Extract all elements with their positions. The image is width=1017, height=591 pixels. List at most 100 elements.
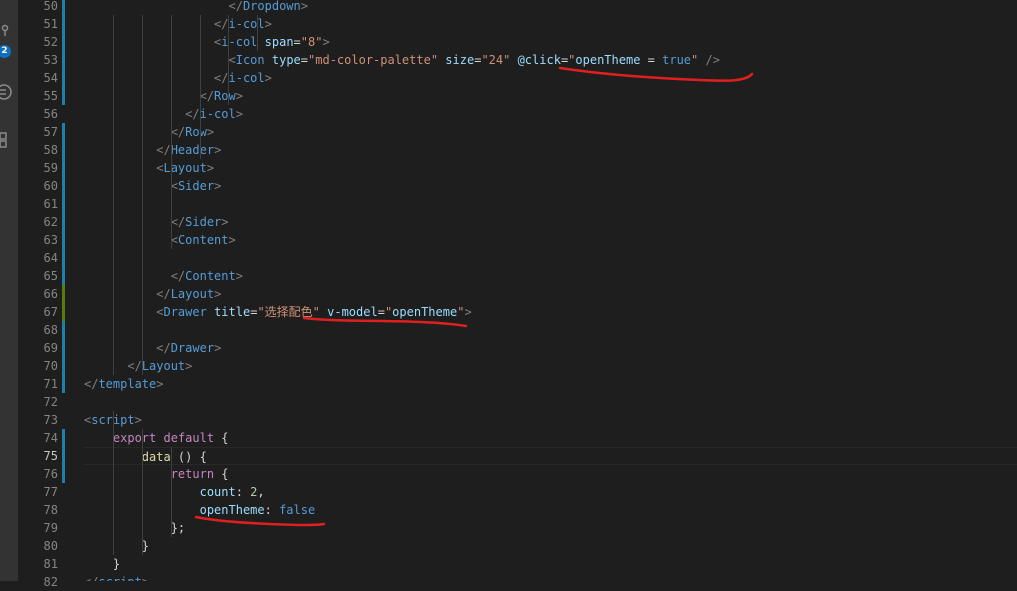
code-line[interactable]: </script> (84, 573, 1017, 581)
code-token: count (199, 485, 236, 499)
code-token: > (214, 341, 222, 355)
line-number: 51 (43, 17, 58, 31)
indent-guide (112, 411, 114, 555)
source-control-icon[interactable] (0, 20, 18, 44)
code-line[interactable]: <Content> (84, 231, 1017, 249)
code-token: > (214, 179, 222, 193)
code-line[interactable]: openTheme: false (84, 501, 1017, 519)
code-token: > (142, 575, 149, 581)
line-number: 66 (43, 287, 58, 301)
code-token: < (170, 179, 178, 193)
code-token: Row (185, 125, 207, 139)
code-line[interactable]: <Layout> (84, 159, 1017, 177)
line-number: 50 (43, 0, 58, 13)
code-token: Layout (141, 359, 186, 373)
code-token: script (98, 575, 141, 581)
line-number: 59 (43, 161, 58, 175)
code-line[interactable]: </Drawer> (84, 339, 1017, 357)
code-token: openTheme (392, 305, 458, 319)
line-number: 73 (43, 413, 58, 427)
debug-icon[interactable] (0, 80, 18, 104)
code-line[interactable]: </Row> (84, 87, 1017, 105)
code-editor[interactable]: </Dropdown> </i-col> <i-col span="8"> <I… (65, 0, 1017, 581)
code-line[interactable]: export default { (84, 429, 1017, 447)
code-token: > (228, 233, 236, 247)
line-number: 57 (43, 125, 58, 139)
gutter-change-marker (62, 429, 65, 483)
line-number: 69 (43, 341, 58, 355)
code-token: </ (84, 575, 98, 581)
code-token: Content (177, 233, 229, 247)
code-line[interactable]: </Dropdown> (84, 0, 1017, 15)
code-line[interactable]: </i-col> (84, 105, 1017, 123)
gutter-change-marker (62, 231, 65, 285)
line-number: 64 (43, 251, 58, 265)
code-line[interactable]: </i-col> (84, 69, 1017, 87)
code-token: </ (156, 287, 171, 301)
code-token: @click (517, 53, 561, 67)
code-token: </ (84, 377, 99, 391)
code-token: > (464, 305, 472, 319)
gutter-change-marker (62, 195, 65, 231)
code-line[interactable]: </template> (84, 375, 1017, 393)
code-line[interactable]: </Sider> (84, 213, 1017, 231)
gutter-change-marker (62, 321, 65, 393)
code-token: { (214, 431, 229, 445)
code-line[interactable] (84, 249, 1017, 267)
code-line[interactable]: </Header> (84, 141, 1017, 159)
code-line[interactable] (84, 393, 1017, 411)
code-token: export (112, 431, 157, 445)
code-token: </ (127, 359, 142, 373)
code-line[interactable]: <Sider> (84, 177, 1017, 195)
activity-bar: 2 (0, 0, 18, 581)
code-line[interactable]: </Content> (84, 267, 1017, 285)
code-token: > (264, 71, 272, 85)
code-line[interactable]: count: 2, (84, 483, 1017, 501)
code-token: < (228, 53, 236, 67)
code-line[interactable]: data () { (84, 447, 1017, 465)
code-token: > (221, 215, 229, 229)
code-token: </ (228, 0, 243, 13)
gutter-change-marker (62, 285, 65, 321)
code-token: { (199, 450, 207, 464)
code-token: i-col (228, 71, 265, 85)
code-token: </ (170, 215, 186, 229)
line-number: 65 (43, 269, 58, 283)
code-token: () (170, 450, 200, 464)
line-number: 60 (43, 179, 58, 193)
code-line[interactable]: }; (84, 519, 1017, 537)
code-token: "24" (481, 53, 511, 67)
code-line[interactable]: <Drawer title="选择配色" v-model="openTheme"… (84, 303, 1017, 321)
line-number: 52 (43, 35, 58, 49)
code-token: false (279, 503, 316, 517)
code-line[interactable]: </i-col> (84, 15, 1017, 33)
extensions-icon[interactable] (0, 128, 18, 152)
code-line[interactable] (84, 321, 1017, 339)
line-number: 74 (43, 431, 58, 445)
line-number: 70 (43, 359, 58, 373)
line-number: 76 (43, 467, 58, 481)
code-line[interactable]: </Layout> (84, 357, 1017, 375)
line-number: 81 (43, 557, 58, 571)
code-line[interactable]: return { (84, 465, 1017, 483)
line-number: 68 (43, 323, 58, 337)
code-token: > (214, 143, 222, 157)
code-line[interactable]: <Icon type="md-color-palette" size="24" … (84, 51, 1017, 69)
code-line[interactable]: } (84, 537, 1017, 555)
line-number: 54 (43, 71, 58, 85)
indent-guide (170, 447, 172, 537)
code-token: </ (156, 143, 171, 157)
line-number: 77 (43, 485, 58, 499)
code-line[interactable]: </Layout> (84, 285, 1017, 303)
code-line[interactable]: <script> (84, 411, 1017, 429)
code-line[interactable]: </Row> (84, 123, 1017, 141)
code-line[interactable] (84, 195, 1017, 213)
code-line[interactable]: } (84, 555, 1017, 573)
code-line[interactable]: <i-col span="8"> (84, 33, 1017, 51)
code-token: "md-color-palette" (308, 53, 439, 67)
